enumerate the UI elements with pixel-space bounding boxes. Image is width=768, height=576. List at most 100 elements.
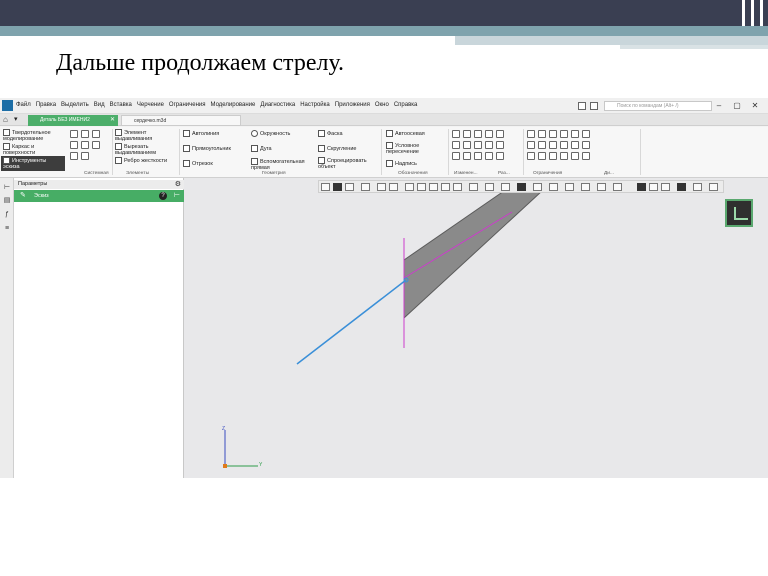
symmetric-constraint-icon[interactable] [582, 141, 590, 149]
deform-icon[interactable] [496, 152, 504, 160]
menu-item[interactable]: Вставка [110, 102, 132, 108]
fillet-button[interactable]: Скругление [318, 145, 356, 152]
menu-item[interactable]: Приложения [335, 102, 370, 108]
fix-constraint-icon[interactable] [571, 141, 579, 149]
maximize-icon[interactable]: ▢ [730, 100, 744, 111]
hide-constraints-icon[interactable] [582, 152, 590, 160]
redo-icon[interactable] [81, 152, 89, 160]
mcad-icon[interactable] [637, 183, 646, 191]
filter-icon[interactable] [677, 183, 686, 191]
parallel-constraint-icon[interactable] [549, 130, 557, 138]
hide-icon[interactable] [549, 183, 558, 191]
collinear-constraint-icon[interactable] [549, 141, 557, 149]
normal-to-icon[interactable] [501, 183, 510, 191]
home-icon[interactable]: ⌂ [3, 116, 8, 124]
menu-item[interactable]: Настройка [300, 102, 330, 108]
measure-icon[interactable] [661, 183, 670, 191]
angle-constraint-icon[interactable] [571, 130, 579, 138]
segment-button[interactable]: Отрезок [183, 160, 213, 167]
angular-dimension-icon[interactable] [560, 152, 568, 160]
move-icon[interactable] [485, 130, 493, 138]
print-icon[interactable] [70, 141, 78, 149]
equal-constraint-icon[interactable] [560, 141, 568, 149]
mode-wireframe-surfaces[interactable]: Каркас и поверхности [3, 143, 65, 156]
circle-button[interactable]: Окружность [251, 130, 290, 137]
show-constraints-icon[interactable] [571, 152, 579, 160]
snap-icon[interactable] [417, 183, 426, 191]
grid-icon[interactable] [405, 183, 414, 191]
trim-icon[interactable] [452, 130, 460, 138]
save-icon[interactable] [590, 102, 598, 110]
menu-item[interactable]: Диагностика [260, 102, 295, 108]
coincident-constraint-icon[interactable] [527, 141, 535, 149]
perpendicular-constraint-icon[interactable] [560, 130, 568, 138]
menu-item[interactable]: Справка [394, 102, 418, 108]
rib-button[interactable]: Ребро жесткости [115, 157, 177, 164]
tangent-constraint-icon[interactable] [582, 130, 590, 138]
midpoint-constraint-icon[interactable] [538, 141, 546, 149]
menu-item[interactable]: Файл [16, 102, 31, 108]
open-folder-icon[interactable] [81, 130, 89, 138]
horizontal-constraint-icon[interactable] [527, 130, 535, 138]
menu-icon[interactable]: ≡ [3, 224, 11, 233]
new-file-icon[interactable] [70, 130, 78, 138]
model-viewport[interactable]: Z Y [184, 178, 768, 478]
close-icon[interactable]: ✕ [748, 100, 762, 111]
auto-axis-button[interactable]: Автоосевая [386, 130, 425, 137]
close-icon[interactable]: ✕ [110, 115, 115, 126]
arc-button[interactable]: Дуга [251, 145, 272, 152]
chevron-down-icon[interactable]: ▾ [14, 116, 18, 124]
tab-heart-model[interactable]: сердечко.m3d [121, 115, 241, 126]
offset-icon[interactable] [496, 141, 504, 149]
split-icon[interactable] [474, 130, 482, 138]
sketch-active-icon[interactable] [333, 183, 342, 191]
radius-dimension-icon[interactable] [527, 152, 535, 160]
visibility-icon[interactable] [565, 183, 574, 191]
delete-icon[interactable] [496, 130, 504, 138]
tab-part-unnamed[interactable]: Деталь БЕЗ ИМЕНИ2 ✕ [28, 115, 118, 126]
command-search-input[interactable]: Поиск по командам (Alt+ /) [604, 101, 712, 111]
menu-item[interactable]: Черчение [137, 102, 164, 108]
menu-item[interactable]: Ограничения [169, 102, 206, 108]
sketch-row[interactable]: Эскиз ✎ ? ⊢ [14, 190, 184, 202]
rotate-view-icon[interactable] [469, 183, 478, 191]
text-label-button[interactable]: Надпись [386, 160, 417, 167]
menu-item[interactable]: Моделирование [211, 102, 256, 108]
gear-icon[interactable]: ⚙ [175, 180, 181, 189]
ruler-icon[interactable] [345, 183, 354, 191]
help-icon[interactable]: ? [159, 192, 167, 200]
save-icon[interactable] [92, 130, 100, 138]
zoom-icon[interactable] [429, 183, 438, 191]
vertical-constraint-icon[interactable] [538, 130, 546, 138]
shaded-view-icon[interactable] [517, 183, 526, 191]
mirror-icon[interactable] [474, 141, 482, 149]
tools-icon[interactable] [361, 183, 370, 191]
section-icon[interactable] [581, 183, 590, 191]
export-icon[interactable] [92, 141, 100, 149]
pan-icon[interactable] [453, 183, 462, 191]
menu-item[interactable]: Правка [36, 102, 56, 108]
extend-icon[interactable] [463, 130, 471, 138]
cut-extrude-button[interactable]: Вырезать выдавливанием [115, 143, 177, 156]
color-icon[interactable] [613, 183, 622, 191]
panel-toggle-icon[interactable] [578, 102, 586, 110]
chamfer-button[interactable]: Фаска [318, 130, 343, 137]
auxiliary-line-button[interactable]: Вспомогательная прямая [251, 158, 311, 171]
drop-icon[interactable] [597, 183, 606, 191]
zoom-area-icon[interactable] [441, 183, 450, 191]
undo-icon[interactable] [70, 152, 78, 160]
menu-item[interactable]: Окно [375, 102, 389, 108]
layers-icon[interactable]: ▤ [3, 196, 11, 205]
autoline-button[interactable]: Автолиния [183, 130, 219, 137]
tree-icon[interactable]: ⊢ [3, 183, 11, 192]
project-object-button[interactable]: Спроецировать объект [318, 157, 380, 170]
diameter-dimension-icon[interactable] [538, 152, 546, 160]
menu-item[interactable]: Вид [94, 102, 105, 108]
display-mode-icon[interactable] [533, 183, 542, 191]
array-icon[interactable] [452, 152, 460, 160]
pin-icon[interactable]: ⊢ [174, 190, 180, 202]
minimize-icon[interactable]: – [712, 100, 726, 111]
join-icon[interactable] [485, 152, 493, 160]
print-preview-icon[interactable] [81, 141, 89, 149]
scale-icon[interactable] [463, 141, 471, 149]
